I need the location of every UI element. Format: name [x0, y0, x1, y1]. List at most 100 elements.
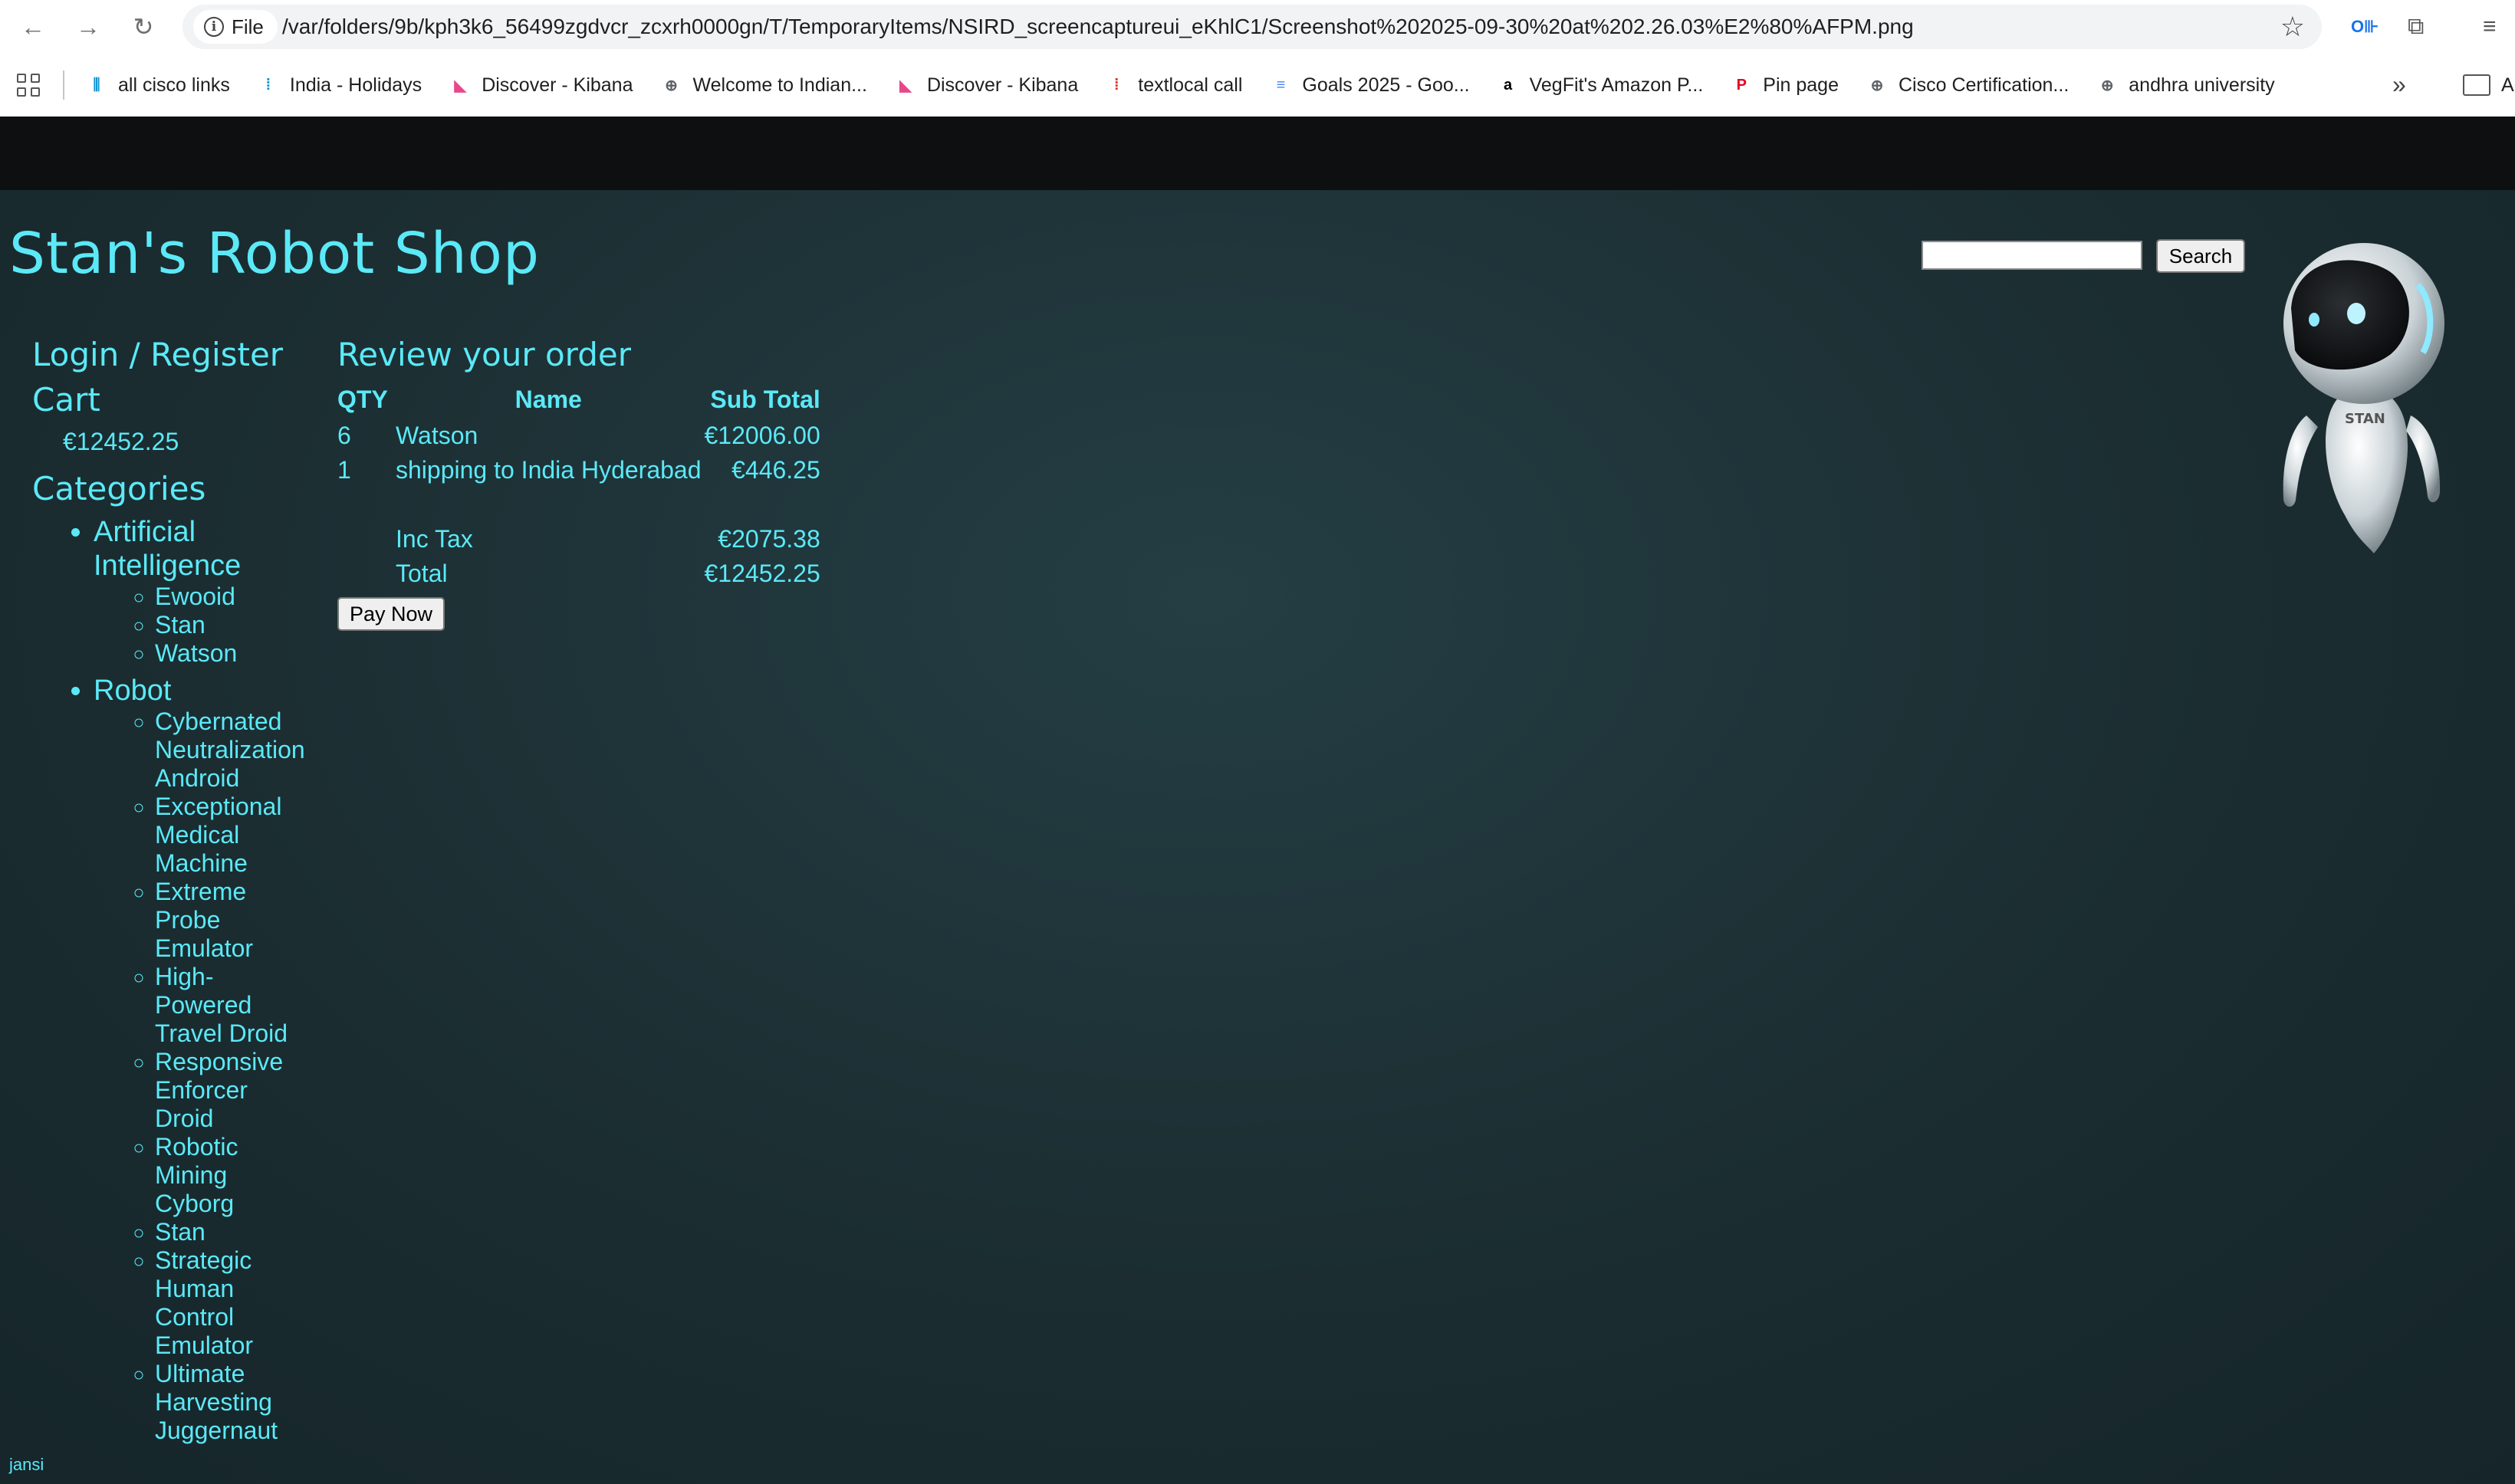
- bookmark-item[interactable]: ⊕ Cisco Certification...: [1866, 74, 2070, 97]
- bookmark-label: Goals 2025 - Goo...: [1302, 74, 1470, 96]
- product-item: Robotic Mining Cyborg: [155, 1133, 324, 1218]
- scheme-label: File: [232, 15, 264, 38]
- categories-heading: Categories: [32, 470, 206, 507]
- bookmark-item[interactable]: ⁞ India - Holidays: [258, 74, 422, 97]
- product-link[interactable]: Strategic Human Control Emulator: [155, 1246, 308, 1360]
- product-item: Extreme Probe Emulator: [155, 878, 324, 963]
- total-value: €12452.25: [704, 560, 820, 587]
- category-link[interactable]: Artificial Intelligence: [94, 515, 278, 583]
- product-link[interactable]: High-Powered Travel Droid: [155, 963, 308, 1048]
- product-link[interactable]: Robotic Mining Cyborg: [155, 1133, 308, 1218]
- kibana-icon: ◣: [454, 77, 466, 94]
- back-arrow-icon[interactable]: ←: [14, 8, 52, 46]
- reload-icon[interactable]: ↻: [124, 8, 163, 46]
- bookmark-item[interactable]: ◣ Discover - Kibana: [449, 74, 633, 97]
- google-docs-icon: ≡: [1276, 76, 1286, 94]
- category-list: Artificial IntelligenceEwooidStanWatsonR…: [32, 515, 324, 1445]
- product-item: Stan: [155, 1218, 324, 1246]
- more-bookmarks-chevron-icon[interactable]: »: [2392, 71, 2406, 99]
- product-link[interactable]: Extreme Probe Emulator: [155, 878, 308, 963]
- product-link[interactable]: Stan: [155, 1218, 308, 1246]
- row-name: Watson: [396, 422, 478, 449]
- product-link[interactable]: Stan: [155, 611, 308, 639]
- forward-arrow-icon[interactable]: →: [69, 8, 107, 46]
- bookmark-item[interactable]: ⁞ textlocal call: [1106, 74, 1243, 97]
- svg-text:STAN: STAN: [2345, 411, 2385, 427]
- table-row: 6 Watson €12006.00: [337, 419, 824, 453]
- bookmark-label: andhra university: [2129, 74, 2275, 96]
- cart-total: €12452.25: [63, 428, 179, 455]
- bookmark-label: Welcome to Indian...: [692, 74, 867, 96]
- reading-list-icon[interactable]: ≡: [2483, 9, 2497, 44]
- row-qty: 6: [337, 422, 351, 449]
- site-info-chip[interactable]: i File: [193, 10, 278, 44]
- total-label: Total: [396, 560, 448, 587]
- order-heading: Review your order: [337, 336, 631, 373]
- search-input[interactable]: [1922, 241, 2142, 270]
- bookmark-label: Cisco Certification...: [1898, 74, 2070, 96]
- address-bar[interactable]: i File /var/folders/9b/kph3k6_56499zgdvc…: [182, 5, 2322, 49]
- address-url[interactable]: /var/folders/9b/kph3k6_56499zgdvcr_zcxrh…: [282, 5, 1914, 49]
- bookmark-list: ⫼ all cisco links ⁞ India - Holidays ◣ Discov…: [86, 54, 2275, 117]
- pinterest-icon: P: [1736, 76, 1747, 94]
- extensions-puzzle-icon[interactable]: ⧉: [2408, 9, 2424, 44]
- row-name: shipping to India Hyderabad: [396, 456, 702, 484]
- product-link[interactable]: Watson: [155, 639, 308, 668]
- bookmark-item[interactable]: ⊕ andhra university: [2096, 74, 2275, 97]
- bookmark-label: all cisco links: [118, 74, 230, 96]
- pay-now-button[interactable]: Pay Now: [337, 597, 445, 631]
- product-item: Watson: [155, 639, 324, 668]
- category-item: RobotCybernated Neutralization AndroidEx…: [94, 674, 324, 1445]
- bookmark-star-icon[interactable]: ☆: [2280, 5, 2305, 49]
- product-link[interactable]: Responsive Enforcer Droid: [155, 1048, 308, 1133]
- bookmark-label: Pin page: [1763, 74, 1839, 96]
- row-subtotal: €12006.00: [704, 422, 820, 449]
- product-link[interactable]: Exceptional Medical Machine: [155, 793, 308, 878]
- apps-grid-icon[interactable]: [17, 74, 40, 97]
- product-link[interactable]: Ewooid: [155, 583, 308, 611]
- bookmark-item[interactable]: ⊕ Welcome to Indian...: [661, 74, 867, 97]
- bookmark-item[interactable]: ≡ Goals 2025 - Goo...: [1270, 74, 1470, 97]
- bookmark-label: VegFit's Amazon P...: [1529, 74, 1704, 96]
- browser-toolbar: ← → ↻ i File /var/folders/9b/kph3k6_5649…: [0, 0, 2515, 54]
- product-list: EwooidStanWatson: [94, 583, 324, 668]
- column-header-subtotal: Sub Total: [710, 386, 820, 413]
- amazon-icon: a: [1504, 76, 1513, 94]
- bookmarks-divider: [63, 71, 64, 100]
- bookmark-item[interactable]: ⫼ all cisco links: [86, 74, 230, 97]
- cart-link[interactable]: Cart: [32, 381, 324, 419]
- product-list: Cybernated Neutralization AndroidExcepti…: [94, 708, 324, 1445]
- page-content: Stan's Robot Shop Search STAN Login / Re…: [0, 117, 2515, 1484]
- product-item: Cybernated Neutralization Android: [155, 708, 324, 793]
- bookmark-item[interactable]: P Pin page: [1731, 74, 1839, 97]
- category-link[interactable]: Robot: [94, 674, 278, 708]
- category-item: Artificial IntelligenceEwooidStanWatson: [94, 515, 324, 668]
- bookmark-label: India - Holidays: [289, 74, 422, 96]
- sidebar: Login / Register Cart €12452.25 Categori…: [32, 336, 324, 1445]
- product-link[interactable]: Ultimate Harvesting Juggernaut: [155, 1360, 308, 1445]
- product-link[interactable]: Cybernated Neutralization Android: [155, 708, 308, 793]
- bookmark-item[interactable]: a VegFit's Amazon P...: [1497, 74, 1704, 97]
- login-register-link[interactable]: Login / Register: [32, 336, 324, 373]
- tax-row: Inc Tax €2075.38: [337, 522, 824, 556]
- globe-icon: ⊕: [2100, 77, 2114, 94]
- row-subtotal: €446.25: [731, 456, 820, 484]
- search-button[interactable]: Search: [2156, 239, 2245, 273]
- tax-label: Inc Tax: [396, 525, 473, 553]
- folder-icon: [2463, 74, 2490, 96]
- cisco-icon: ⁞: [265, 76, 271, 94]
- bookmark-label: Discover - Kibana: [482, 74, 633, 96]
- bookmark-folder[interactable]: A: [2463, 54, 2514, 117]
- globe-icon: ⊕: [1870, 77, 1884, 94]
- stan-robot-image: STAN: [2283, 243, 2444, 553]
- bookmark-item[interactable]: ◣ Discover - Kibana: [895, 74, 1078, 97]
- extension-badge-icon[interactable]: O⊪: [2351, 9, 2379, 44]
- bookmark-folder-label: A: [2501, 74, 2514, 96]
- column-header-name: Name: [515, 386, 582, 413]
- spacer-row: [337, 488, 824, 522]
- order-review: Review your order QTY Name Sub Total 6 W…: [337, 336, 824, 631]
- table-row: 1 shipping to India Hyderabad €446.25: [337, 453, 824, 488]
- shop-title[interactable]: Stan's Robot Shop: [9, 221, 540, 287]
- product-item: Strategic Human Control Emulator: [155, 1246, 324, 1360]
- bookmarks-bar: ⫼ all cisco links ⁞ India - Holidays ◣ Discov…: [0, 54, 2515, 118]
